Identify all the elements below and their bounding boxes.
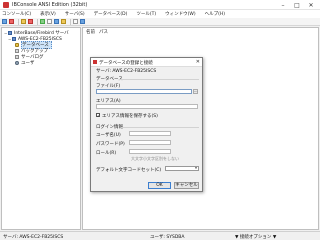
menu-window[interactable]: ウィンドウ(W) [165, 11, 195, 17]
login-group-label: ログイン情報 [96, 125, 123, 130]
dialog-server-label: サーバ: AWS-EC2-FB25ISCS [96, 69, 157, 74]
help-icon[interactable] [80, 19, 85, 24]
toolbar-separator [70, 18, 71, 25]
menu-view[interactable]: 表示(V) [40, 11, 56, 17]
register-database-dialog: データベースの登録と接続 ✕ サーバ: AWS-EC2-FB25ISCS データ… [90, 57, 203, 192]
database-icon [15, 43, 19, 47]
tree-item-users[interactable]: ユーザ [15, 60, 34, 66]
dialog-close-button[interactable]: ✕ [196, 59, 200, 65]
server-connect-icon[interactable] [2, 19, 7, 24]
collapse-icon[interactable]: − [4, 31, 7, 36]
menu-database[interactable]: データベース(D) [94, 11, 128, 17]
group-divider [119, 79, 199, 80]
collapse-icon[interactable]: − [8, 37, 11, 42]
browse-button[interactable]: … [193, 89, 198, 94]
log-icon [15, 55, 19, 59]
password-label: パスワード(P) [96, 142, 125, 147]
group-divider [121, 127, 199, 128]
minimize-button[interactable]: – [276, 0, 290, 10]
menu-server[interactable]: サーバ(S) [65, 11, 85, 17]
role-input[interactable] [129, 149, 171, 154]
menu-bar: コンソール(C) 表示(V) サーバ(S) データベース(D) ツール(T) ウ… [0, 10, 320, 18]
status-server: サーバ: AWS-EC2-FB25ISCS [3, 235, 64, 240]
database-connect-icon[interactable] [21, 19, 26, 24]
restore-icon[interactable] [61, 19, 66, 24]
save-alias-checkbox[interactable]: ✓ [96, 113, 100, 118]
app-icon [3, 2, 9, 8]
charset-select[interactable]: ▾ [165, 166, 199, 171]
column-header-path[interactable]: パス [99, 29, 108, 35]
menu-console[interactable]: コンソール(C) [2, 11, 31, 17]
cancel-button[interactable]: キャンセル [174, 182, 199, 189]
toolbar-separator [37, 18, 38, 25]
dialog-title-bar: データベースの登録と接続 ✕ [91, 58, 202, 67]
status-bar: サーバ: AWS-EC2-FB25ISCS ユーザ: SYSDBA ▼ 接続オプ… [0, 231, 320, 240]
ok-button[interactable]: OK [148, 182, 171, 189]
tree-item-label: ユーザ [21, 61, 35, 66]
status-user: ユーザ: SYSDBA [150, 235, 185, 240]
status-hint: ▼ 接続オプション ▼ [235, 235, 277, 240]
toolbar-separator [18, 18, 19, 25]
user-input[interactable] [129, 131, 171, 136]
chevron-down-icon: ▾ [195, 166, 197, 170]
server-tree[interactable]: − InterBase/Firebird サーバ − AWS-EC2-FB25I… [1, 27, 81, 230]
users-icon[interactable] [73, 19, 78, 24]
file-input[interactable] [96, 89, 192, 94]
case-hint: 大文字小文字区別をしない [131, 156, 179, 161]
window-title: IBConsole ANSI Edition (32bit) [12, 2, 88, 8]
save-alias-label: エリアス情報を保存する(S) [102, 113, 158, 119]
servers-icon [8, 31, 12, 35]
backup-icon[interactable] [54, 19, 59, 24]
server-disconnect-icon[interactable] [9, 19, 14, 24]
toolbar [0, 18, 320, 26]
database-disconnect-icon[interactable] [28, 19, 33, 24]
sql-icon[interactable] [40, 19, 45, 24]
menu-tools[interactable]: ツール(T) [136, 11, 156, 17]
charset-label: デフォルト文字コードセット(C) [96, 168, 162, 173]
maximize-button[interactable]: □ [290, 0, 304, 10]
dialog-title: データベースの登録と接続 [99, 60, 153, 66]
role-label: ロール(R) [96, 151, 117, 156]
close-button[interactable]: ✕ [304, 0, 318, 10]
user-label: ユーザ名(U) [96, 133, 121, 138]
title-bar: IBConsole ANSI Edition (32bit) – □ ✕ [0, 0, 320, 10]
menu-help[interactable]: ヘルプ(H) [205, 11, 225, 17]
properties-icon[interactable] [47, 19, 52, 24]
alias-input[interactable] [96, 104, 198, 109]
dialog-icon [93, 60, 97, 64]
backup-icon [15, 49, 19, 53]
password-input[interactable] [129, 140, 171, 145]
user-icon [15, 61, 19, 65]
column-header-name[interactable]: 名前 [86, 29, 95, 35]
server-icon [12, 37, 16, 41]
